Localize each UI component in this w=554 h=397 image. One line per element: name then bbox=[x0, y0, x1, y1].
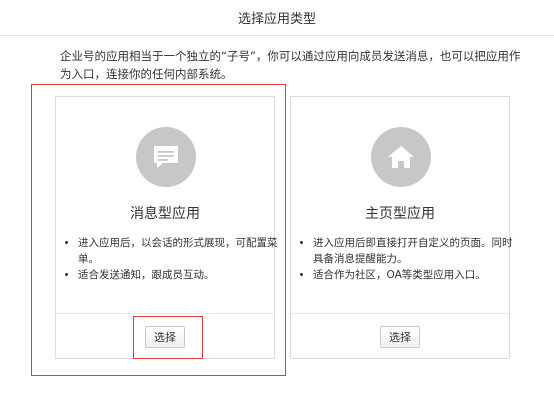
feature-item: 适合作为社区，OA等类型应用入口。 bbox=[313, 267, 518, 283]
homepage-app-card: 主页型应用 进入应用后即直接打开自定义的页面。同时具备消息提醒能力。 适合作为社… bbox=[290, 96, 513, 360]
select-app-type-dialog: 选择应用类型 企业号的应用相当于一个独立的“子号”，你可以通过应用向成员发送消息… bbox=[0, 0, 554, 397]
highlight-box-select-button bbox=[133, 316, 203, 359]
homepage-app-title: 主页型应用 bbox=[365, 206, 435, 222]
homepage-app-features: 进入应用后即直接打开自定义的页面。同时具备消息提醒能力。 适合作为社区，OA等类… bbox=[299, 235, 518, 283]
feature-item: 进入应用后，以会话的形式展现，可配置菜单。 bbox=[78, 235, 283, 267]
dialog-title: 选择应用类型 bbox=[0, 0, 554, 36]
select-homepage-app-button[interactable]: 选择 bbox=[380, 326, 420, 348]
intro-text: 企业号的应用相当于一个独立的“子号”，你可以通过应用向成员发送消息，也可以把应用… bbox=[60, 49, 521, 81]
message-app-title: 消息型应用 bbox=[130, 206, 200, 222]
home-icon bbox=[371, 127, 431, 187]
feature-item: 适合发送通知，跟成员互动。 bbox=[78, 267, 283, 283]
message-app-features: 进入应用后，以会话的形式展现，可配置菜单。 适合发送通知，跟成员互动。 bbox=[64, 235, 283, 283]
feature-item: 进入应用后即直接打开自定义的页面。同时具备消息提醒能力。 bbox=[313, 235, 518, 267]
card-footer: 选择 bbox=[291, 313, 509, 360]
message-icon bbox=[136, 127, 196, 187]
